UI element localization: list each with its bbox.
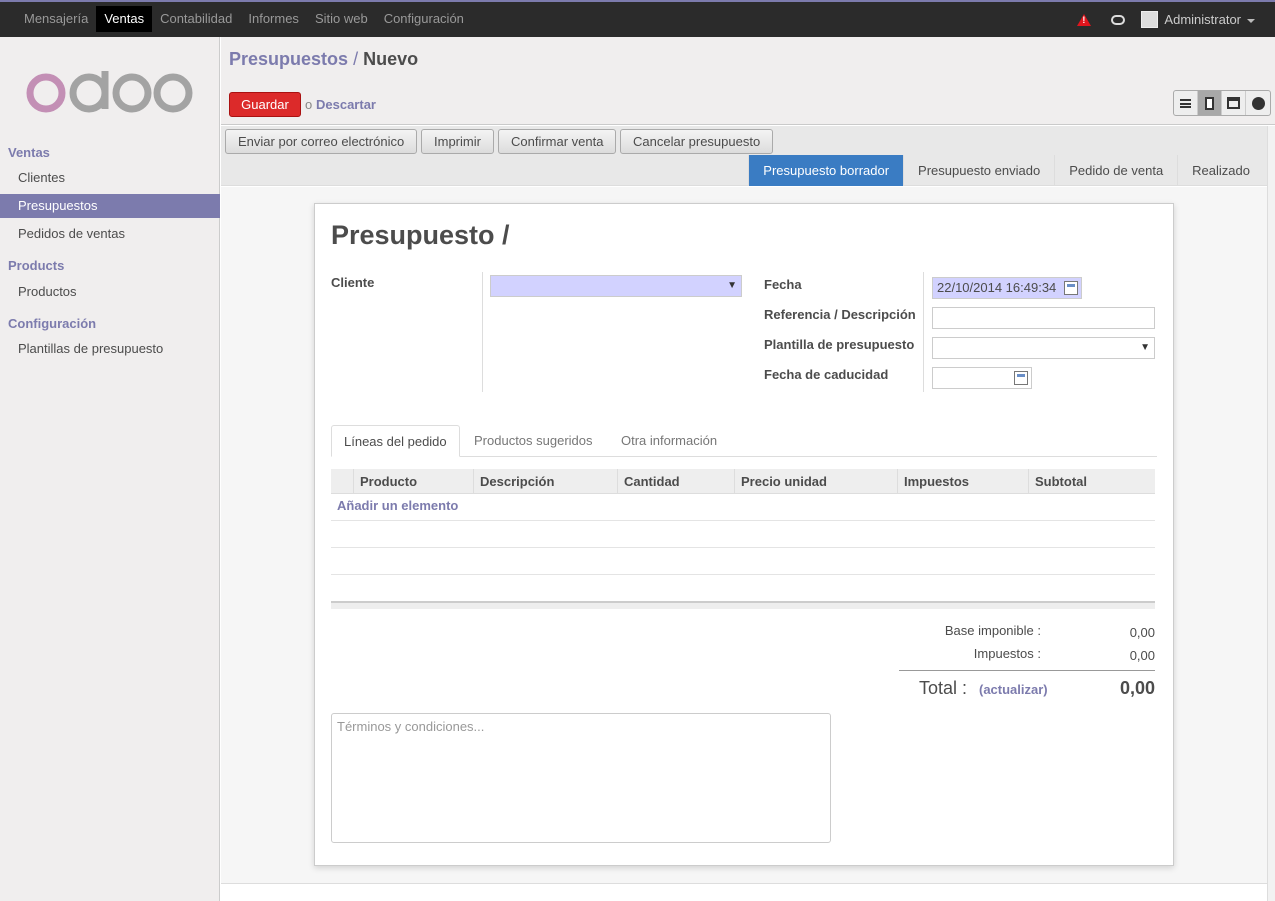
- calendar-view-button[interactable]: [1222, 91, 1246, 115]
- column-header[interactable]: Descripción: [473, 469, 617, 494]
- menu-item-contabilidad[interactable]: Contabilidad: [152, 6, 240, 32]
- status-step-borrador: Presupuesto borrador: [748, 155, 904, 186]
- form-sheet: Presupuesto / Cliente ▼ Fecha Referencia…: [314, 203, 1174, 866]
- or-text: o: [305, 97, 313, 112]
- dropdown-arrow-icon: ▼: [727, 280, 737, 291]
- tab-order-lines[interactable]: Líneas del pedido: [331, 425, 460, 457]
- column-header[interactable]: Precio unidad: [734, 469, 897, 494]
- scrollbar[interactable]: [1267, 126, 1275, 901]
- divider: [923, 272, 924, 392]
- expiry-date-label: Fecha de caducidad: [764, 367, 889, 382]
- cancel-quotation-button[interactable]: Cancelar presupuesto: [620, 129, 774, 154]
- discard-link[interactable]: Descartar: [316, 97, 376, 112]
- tax-amount-value: 0,00: [1129, 648, 1155, 663]
- tab-suggested-products[interactable]: Productos sugeridos: [462, 425, 605, 457]
- menu-item-mensajeria[interactable]: Mensajería: [16, 6, 96, 32]
- graph-icon: [1251, 96, 1265, 110]
- table-row: [331, 547, 1155, 548]
- total-label: Total :: [919, 678, 968, 698]
- status-step-pedido: Pedido de venta: [1054, 155, 1177, 186]
- view-switcher: [1173, 90, 1271, 116]
- expiry-date-field[interactable]: [932, 367, 1032, 389]
- avatar[interactable]: [1141, 11, 1159, 28]
- control-panel: Presupuestos / Nuevo Guardar o Descartar: [221, 37, 1275, 125]
- sidebar-item-presupuestos[interactable]: Presupuestos: [0, 194, 220, 218]
- column-header[interactable]: Impuestos: [897, 469, 1028, 494]
- status-step-realizado: Realizado: [1177, 155, 1264, 186]
- breadcrumb-link-presupuestos[interactable]: Presupuestos: [229, 49, 348, 69]
- tax-amount-label: Impuestos :: [973, 646, 1041, 661]
- table-row: [331, 574, 1155, 575]
- breadcrumb-separator: /: [353, 49, 359, 69]
- user-area: Administrator: [1077, 2, 1275, 37]
- base-amount-label: Base imponible :: [944, 623, 1041, 638]
- sidebar-heading-ventas: Ventas: [8, 145, 50, 160]
- form-header: Enviar por correo electrónico Imprimir C…: [221, 126, 1275, 186]
- odoo-logo[interactable]: [26, 71, 194, 115]
- status-bar: Presupuesto borrador Presupuesto enviado…: [748, 155, 1264, 186]
- reference-label: Referencia / Descripción: [764, 307, 916, 322]
- client-select[interactable]: ▼: [490, 275, 742, 297]
- notebook-tabs: Líneas del pedido Productos sugeridos Ot…: [331, 425, 1157, 457]
- reference-field[interactable]: [932, 307, 1155, 329]
- top-navbar: Mensajería Ventas Contabilidad Informes …: [0, 0, 1275, 37]
- template-label: Plantilla de presupuesto: [764, 337, 915, 352]
- date-label: Fecha: [764, 277, 802, 292]
- page-title: Presupuesto /: [331, 220, 510, 250]
- send-email-button[interactable]: Enviar por correo electrónico: [225, 129, 418, 154]
- order-lines-footer: [331, 601, 1155, 609]
- warning-icon[interactable]: [1077, 13, 1092, 26]
- update-totals-link[interactable]: (actualizar): [979, 682, 1048, 697]
- table-row: [331, 520, 1155, 521]
- terms-placeholder: Términos y condiciones...: [337, 719, 485, 734]
- tab-other-info[interactable]: Otra información: [609, 425, 729, 457]
- footer-strip: [221, 883, 1267, 901]
- total-separator: [899, 670, 1155, 671]
- add-item-link[interactable]: Añadir un elemento: [337, 498, 458, 513]
- status-step-enviado: Presupuesto enviado: [903, 155, 1054, 186]
- sidebar-heading-configuracion: Configuración: [8, 316, 97, 331]
- base-amount-value: 0,00: [1129, 625, 1155, 640]
- terms-textarea[interactable]: Términos y condiciones...: [331, 713, 831, 843]
- save-button[interactable]: Guardar: [229, 92, 301, 117]
- dropdown-arrow-icon: ▼: [1140, 342, 1150, 353]
- chat-icon[interactable]: [1111, 14, 1126, 25]
- template-select[interactable]: ▼: [932, 337, 1155, 359]
- list-view-button[interactable]: [1174, 91, 1198, 115]
- calendar-icon[interactable]: [1064, 281, 1078, 295]
- sidebar-heading-products: Products: [8, 258, 65, 273]
- divider: [482, 272, 483, 392]
- order-lines-header: Producto Descripción Cantidad Precio uni…: [331, 469, 1155, 494]
- menu-item-ventas[interactable]: Ventas: [96, 6, 153, 32]
- date-value: 22/10/2014 16:49:34: [937, 280, 1057, 295]
- sidebar-item-clientes[interactable]: Clientes: [0, 166, 220, 190]
- form-icon: [1205, 96, 1214, 110]
- breadcrumb: Presupuestos / Nuevo: [229, 49, 418, 70]
- column-header[interactable]: Producto: [353, 469, 473, 494]
- print-button[interactable]: Imprimir: [421, 129, 494, 154]
- calendar-icon: [1227, 97, 1240, 109]
- sidebar-item-productos[interactable]: Productos: [0, 280, 220, 304]
- sidebar-item-plantillas[interactable]: Plantillas de presupuesto: [0, 337, 220, 361]
- sidebar: Ventas Clientes Presupuestos Pedidos de …: [0, 37, 220, 901]
- date-field[interactable]: 22/10/2014 16:49:34: [932, 277, 1082, 299]
- sidebar-item-pedidos-de-ventas[interactable]: Pedidos de ventas: [0, 222, 220, 246]
- column-header[interactable]: Cantidad: [617, 469, 734, 494]
- client-label: Cliente: [331, 275, 375, 290]
- total-value: 0,00: [1119, 678, 1155, 698]
- menu-item-configuracion[interactable]: Configuración: [376, 6, 472, 32]
- breadcrumb-current: Nuevo: [363, 49, 419, 69]
- chevron-down-icon[interactable]: [1247, 18, 1255, 23]
- graph-view-button[interactable]: [1246, 91, 1270, 115]
- form-view-button[interactable]: [1198, 91, 1222, 115]
- calendar-icon[interactable]: [1014, 371, 1028, 385]
- confirm-sale-button[interactable]: Confirmar venta: [498, 129, 617, 154]
- menu-item-sitio-web[interactable]: Sitio web: [307, 6, 376, 32]
- column-header[interactable]: Subtotal: [1028, 469, 1141, 494]
- user-name[interactable]: Administrator: [1164, 12, 1241, 27]
- list-icon: [1180, 98, 1191, 108]
- menu-item-informes[interactable]: Informes: [240, 6, 307, 32]
- app-menu: Mensajería Ventas Contabilidad Informes …: [16, 6, 472, 32]
